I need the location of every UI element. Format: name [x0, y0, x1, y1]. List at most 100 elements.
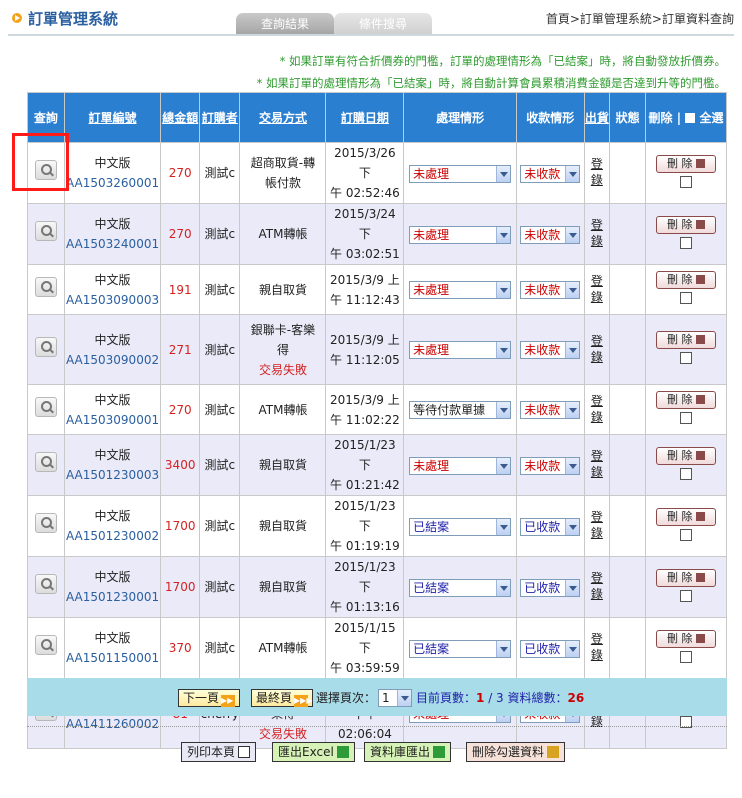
row-checkbox[interactable]	[680, 528, 692, 541]
order-no-cell: 中文版 AA1501150001	[63, 617, 162, 679]
collect-select[interactable]: 未收款	[520, 341, 581, 359]
ship-register-link[interactable]: 登錄	[591, 448, 603, 480]
table-header-row: 查詢 訂單編號 總金額 訂購者 交易方式 訂購日期 處理情形 收款情形 出貨 狀…	[27, 92, 727, 143]
page-title: 訂單管理系統	[28, 10, 119, 28]
excel-icon	[336, 746, 349, 758]
order-no-link[interactable]: AA1501230003	[65, 465, 160, 485]
row-checkbox[interactable]	[680, 650, 692, 663]
printer-icon	[238, 746, 251, 758]
row-checkbox[interactable]	[680, 589, 692, 602]
collect-select[interactable]: 已收款	[520, 639, 581, 658]
col-date[interactable]: 訂購日期	[325, 92, 405, 143]
col-ship[interactable]: 出貨	[583, 92, 611, 143]
row-checkbox[interactable]	[680, 352, 692, 364]
order-no-cell: 中文版 AA1503090002	[63, 314, 162, 385]
order-no-link[interactable]: AA1503090001	[65, 410, 160, 430]
tab-condition-search[interactable]: 條件搜尋	[334, 13, 432, 35]
last-page-button[interactable]: 最終頁 ▶▶▶	[251, 689, 314, 707]
delete-button[interactable]: 刪 除	[656, 446, 716, 465]
next-page-button[interactable]: 下一頁 ▶▶	[178, 689, 241, 707]
page-select[interactable]: 1	[378, 689, 412, 707]
order-no-link[interactable]: AA1503090002	[65, 350, 160, 370]
order-no-link[interactable]: AA1501230002	[65, 526, 160, 546]
total-cell: 271	[160, 314, 201, 385]
row-checkbox[interactable]	[680, 175, 692, 188]
lang-label: 中文版	[94, 332, 131, 347]
db-export-button[interactable]: 資料庫匯出	[364, 742, 452, 762]
delete-button[interactable]: 刪 除	[656, 629, 716, 648]
order-no-link[interactable]: AA1501150001	[65, 648, 160, 668]
magnifier-icon[interactable]	[34, 336, 57, 357]
collect-select[interactable]: 未收款	[520, 401, 581, 419]
collect-select[interactable]: 未收款	[520, 225, 581, 244]
process-select[interactable]: 已結案	[409, 639, 512, 658]
magnifier-icon[interactable]	[34, 635, 57, 655]
col-payment[interactable]: 交易方式	[239, 92, 327, 143]
delete-selected-button[interactable]: 刪除勾選資料	[466, 742, 566, 762]
row-checkbox[interactable]	[680, 412, 692, 424]
process-select[interactable]: 未處理	[409, 225, 512, 244]
process-select[interactable]: 已結案	[409, 578, 512, 597]
order-no-link[interactable]: AA1503090003	[65, 290, 160, 310]
ship-register-link[interactable]: 登錄	[591, 393, 603, 425]
process-select[interactable]: 已結案	[409, 517, 512, 536]
delete-button[interactable]: 刪 除	[656, 271, 716, 289]
process-select[interactable]: 未處理	[409, 341, 512, 359]
export-excel-button[interactable]: 匯出Excel	[272, 742, 355, 762]
ship-register-link[interactable]: 登錄	[591, 631, 603, 663]
select-all-checkbox[interactable]	[685, 113, 696, 123]
total-cell: 370	[160, 617, 201, 679]
delete-button[interactable]: 刪 除	[656, 507, 716, 526]
magnifier-icon[interactable]	[34, 396, 57, 417]
order-no-cell: 中文版 AA1501230001	[63, 556, 162, 618]
delete-cell: 刪 除	[645, 617, 727, 679]
order-no-link[interactable]: AA1503260001	[65, 173, 160, 193]
magnifier-icon[interactable]	[34, 160, 57, 180]
order-no-cell: 中文版 AA1503260001	[63, 142, 162, 204]
process-select[interactable]: 未處理	[409, 281, 512, 299]
tab-query-results[interactable]: 查詢結果	[236, 13, 334, 35]
magnifier-icon[interactable]	[34, 513, 57, 533]
ship-register-link[interactable]: 登錄	[591, 156, 603, 188]
ship-register-link[interactable]: 登錄	[591, 570, 603, 602]
row-checkbox[interactable]	[680, 467, 692, 480]
ship-register-link[interactable]: 登錄	[591, 509, 603, 541]
collect-select[interactable]: 已收款	[520, 517, 581, 536]
order-no-link[interactable]: AA1503240001	[65, 234, 160, 254]
pager-bar: 下一頁 ▶▶ 最終頁 ▶▶▶ 選擇頁次： 1 目前頁數：1 / 3 資料總數：26	[27, 678, 727, 716]
col-order-no[interactable]: 訂單編號	[63, 92, 162, 143]
ship-register-link[interactable]: 登錄	[591, 273, 603, 305]
process-select[interactable]: 等待付款單據	[409, 401, 512, 419]
order-no-link[interactable]: AA1501230001	[65, 587, 160, 607]
payment-method: ATM轉帳	[258, 641, 308, 655]
status-cell	[609, 384, 646, 435]
ship-register-link[interactable]: 登錄	[591, 333, 603, 365]
delete-button[interactable]: 刪 除	[656, 215, 716, 234]
delete-button[interactable]: 刪 除	[656, 154, 716, 173]
collect-select[interactable]: 未收款	[520, 281, 581, 299]
magnifier-icon[interactable]	[34, 276, 57, 297]
col-buyer[interactable]: 訂購者	[199, 92, 241, 143]
collect-select[interactable]: 未收款	[520, 164, 581, 183]
magnifier-icon[interactable]	[34, 574, 57, 594]
process-select[interactable]: 未處理	[409, 164, 512, 183]
row-checkbox[interactable]	[680, 236, 692, 249]
order-no-link[interactable]: AA1411260002	[65, 714, 160, 734]
collect-select[interactable]: 已收款	[520, 578, 581, 597]
magnifier-icon[interactable]	[34, 221, 57, 241]
status-cell	[609, 264, 646, 315]
magnifier-icon[interactable]	[34, 452, 57, 472]
ship-register-link[interactable]: 登錄	[591, 217, 603, 249]
collect-select[interactable]: 未收款	[520, 456, 581, 475]
delete-button[interactable]: 刪 除	[656, 568, 716, 587]
ship-cell: 登錄	[583, 203, 611, 265]
trash-icon	[696, 158, 705, 168]
col-total[interactable]: 總金額	[160, 92, 201, 143]
date-line-1: 2015/3/26 下	[334, 146, 396, 180]
process-select[interactable]: 未處理	[409, 456, 512, 475]
process-cell: 未處理	[403, 264, 517, 315]
row-checkbox[interactable]	[680, 292, 692, 304]
delete-button[interactable]: 刪 除	[656, 331, 716, 349]
print-page-button[interactable]: 列印本頁	[181, 742, 257, 762]
delete-button[interactable]: 刪 除	[656, 391, 716, 409]
